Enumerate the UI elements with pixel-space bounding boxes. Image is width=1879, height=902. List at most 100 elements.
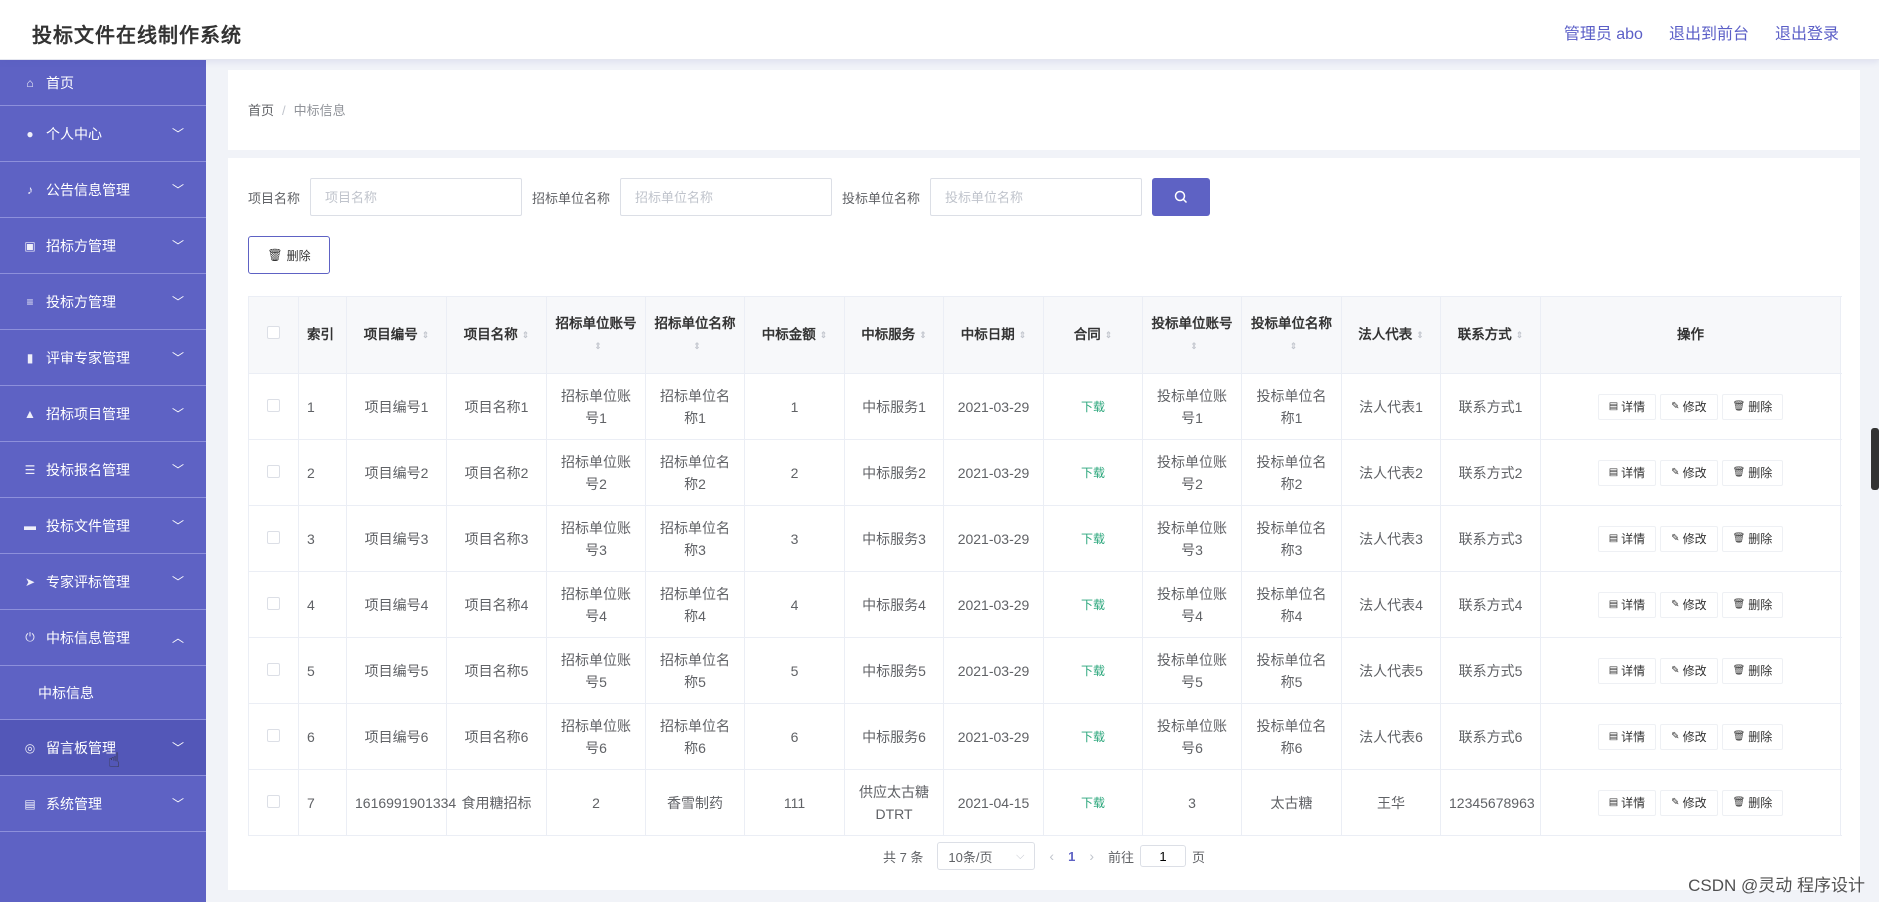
sidebar-item-5[interactable]: ▮ 评审专家管理 ﹀ [0, 330, 206, 386]
cell-code: 项目编号5 [346, 637, 447, 704]
cell-text: 联系方式5 [1458, 662, 1523, 679]
sidebar-item-9[interactable]: ➤ 专家评标管理 ﹀ [0, 554, 206, 610]
sort-icon[interactable]: ⇕ [1190, 341, 1198, 351]
sidebar-subitem-winning-info[interactable]: 中标信息 [0, 666, 206, 720]
row-checkbox[interactable] [267, 530, 280, 544]
edit-button[interactable]: ✎ 修改 [1660, 592, 1718, 618]
contract-download-link[interactable]: 下载 [1081, 532, 1105, 546]
delete-button[interactable]: 🗑 删除 [1721, 460, 1784, 486]
goto-prefix: 前往 [1108, 849, 1135, 865]
column-header[interactable]: 中标服务 ⇕ [844, 296, 944, 374]
edit-button[interactable]: ✎ 修改 [1660, 394, 1718, 420]
delete-button[interactable]: 🗑 删除 [1721, 658, 1784, 684]
cell-index: 5 [298, 637, 347, 704]
page-scrollbar[interactable] [1871, 428, 1879, 490]
column-header[interactable]: 法人代表 ⇕ [1341, 296, 1441, 374]
column-header[interactable]: 投标单位名称 ⇕ [1241, 296, 1342, 374]
back-to-front-link[interactable]: 退出到前台 [1669, 20, 1749, 44]
delete-button[interactable]: 🗑 删除 [1721, 394, 1784, 420]
sort-icon[interactable]: ⇕ [1019, 330, 1027, 340]
next-page-icon[interactable]: › [1089, 848, 1094, 864]
detail-button[interactable]: ▤ 详情 [1597, 526, 1657, 552]
detail-button[interactable]: ▤ 详情 [1597, 394, 1657, 420]
sort-icon[interactable]: ⇕ [1416, 330, 1424, 340]
column-header[interactable]: 投标单位账号 ⇕ [1142, 296, 1242, 374]
row-checkbox[interactable] [267, 398, 280, 412]
column-header[interactable]: 合同 ⇕ [1043, 296, 1143, 374]
sidebar-item-3[interactable]: ▣ 招标方管理 ﹀ [0, 218, 206, 274]
cell-contract: 下载 [1043, 373, 1143, 440]
detail-button[interactable]: ▤ 详情 [1597, 658, 1657, 684]
sort-icon[interactable]: ⇕ [594, 341, 602, 351]
admin-user-link[interactable]: 管理员 abo [1564, 20, 1643, 44]
column-header[interactable]: 招标单位账号 ⇕ [546, 296, 646, 374]
page-number-current[interactable]: 1 [1068, 849, 1075, 864]
delete-button[interactable]: 🗑 删除 [1721, 526, 1784, 552]
contract-download-link[interactable]: 下载 [1081, 598, 1105, 612]
sidebar-item-7[interactable]: ☰ 投标报名管理 ﹀ [0, 442, 206, 498]
goto-page-input[interactable] [1140, 845, 1187, 867]
tender-unit-input[interactable] [620, 178, 833, 216]
row-checkbox[interactable] [267, 728, 280, 742]
column-header[interactable]: 招标单位名称 ⇕ [645, 296, 745, 374]
sidebar-item-11[interactable]: ◎ 留言板管理 ﹀ [0, 720, 206, 776]
search-button[interactable] [1152, 178, 1211, 216]
sort-icon[interactable]: ⇕ [522, 330, 530, 340]
row-checkbox[interactable] [267, 464, 280, 478]
sort-icon[interactable]: ⇕ [820, 330, 828, 340]
detail-button[interactable]: ▤ 详情 [1597, 790, 1657, 816]
sort-icon[interactable]: ⇕ [1516, 330, 1524, 340]
column-header[interactable]: 项目编号 ⇕ [346, 296, 447, 374]
row-checkbox[interactable] [267, 662, 280, 676]
column-header[interactable]: 项目名称 ⇕ [446, 296, 547, 374]
sidebar-item-8[interactable]: ▬ 投标文件管理 ﹀ [0, 498, 206, 554]
batch-delete-button[interactable]: 🗑 删除 [248, 236, 330, 274]
table-header-row: 索引 项目编号 ⇕ 项目名称 ⇕ 招标单位账号⇕ 招标单位名称⇕ 中标金额 ⇕ 中标服务 ⇕ 中标日期… [248, 296, 1841, 374]
contract-download-link[interactable]: 下载 [1081, 730, 1105, 744]
edit-button[interactable]: ✎ 修改 [1660, 724, 1718, 750]
cell-text: 法人代表6 [1359, 728, 1423, 745]
sort-icon[interactable]: ⇕ [1290, 341, 1298, 351]
bid-unit-input[interactable] [930, 178, 1143, 216]
delete-button[interactable]: 🗑 删除 [1721, 790, 1784, 816]
prev-page-icon[interactable]: ‹ [1049, 848, 1054, 864]
edit-button[interactable]: ✎ 修改 [1660, 526, 1718, 552]
sidebar-item-2[interactable]: ♪ 公告信息管理 ﹀ [0, 162, 206, 218]
search-bar: 项目名称 招标单位名称 投标单位名称 [248, 178, 1211, 216]
detail-button[interactable]: ▤ 详情 [1597, 592, 1657, 618]
edit-button[interactable]: ✎ 修改 [1660, 658, 1718, 684]
logout-link[interactable]: 退出登录 [1775, 20, 1839, 44]
delete-button[interactable]: 🗑 删除 [1721, 592, 1784, 618]
column-header[interactable]: 中标金额 ⇕ [744, 296, 845, 374]
column-header[interactable]: 联系方式 ⇕ [1440, 296, 1541, 374]
cell-t_account: 招标单位账号4 [546, 571, 646, 638]
select-all-checkbox[interactable] [267, 326, 280, 339]
project-name-input[interactable] [310, 178, 523, 216]
page-size-select[interactable]: 10条/页 ⌵ [937, 842, 1036, 870]
contract-download-link[interactable]: 下载 [1081, 796, 1105, 810]
detail-button[interactable]: ▤ 详情 [1597, 460, 1657, 486]
sidebar-item-10[interactable]: ⏻ 中标信息管理 ︿ [0, 610, 206, 666]
contract-download-link[interactable]: 下载 [1081, 400, 1105, 414]
contract-download-link[interactable]: 下载 [1081, 466, 1105, 480]
sidebar-item-4[interactable]: ≡ 投标方管理 ﹀ [0, 274, 206, 330]
delete-button[interactable]: 🗑 删除 [1721, 724, 1784, 750]
sort-icon[interactable]: ⇕ [919, 330, 927, 340]
sidebar-item-6[interactable]: ▲ 招标项目管理 ﹀ [0, 386, 206, 442]
sidebar-item-0[interactable]: ⌂ 首页 [0, 60, 206, 106]
sort-icon[interactable]: ⇕ [693, 341, 701, 351]
breadcrumb-home[interactable]: 首页 [248, 103, 274, 118]
edit-button[interactable]: ✎ 修改 [1660, 460, 1718, 486]
sidebar-item-label: 留言板管理 [46, 739, 116, 756]
sort-icon[interactable]: ⇕ [1105, 330, 1113, 340]
column-header[interactable]: 中标日期 ⇕ [943, 296, 1044, 374]
row-checkbox[interactable] [267, 794, 280, 808]
edit-button[interactable]: ✎ 修改 [1660, 790, 1718, 816]
detail-button[interactable]: ▤ 详情 [1597, 724, 1657, 750]
contract-download-link[interactable]: 下载 [1081, 664, 1105, 678]
cell-b_account: 投标单位账号4 [1142, 571, 1242, 638]
sidebar-item-1[interactable]: ● 个人中心 ﹀ [0, 106, 206, 162]
sort-icon[interactable]: ⇕ [422, 330, 430, 340]
row-checkbox[interactable] [267, 596, 280, 610]
sidebar-item-12[interactable]: ▤ 系统管理 ﹀ [0, 776, 206, 832]
